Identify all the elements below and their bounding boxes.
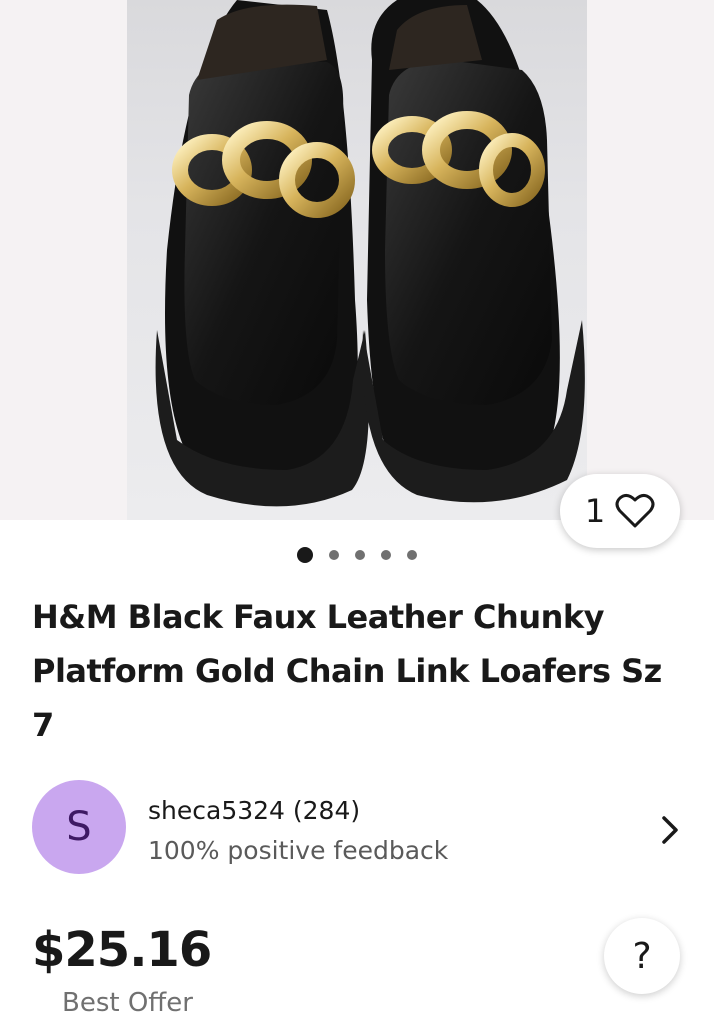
price: $25.16 xyxy=(32,922,212,978)
pagination-dot[interactable] xyxy=(381,550,391,560)
pagination-dot[interactable] xyxy=(407,550,417,560)
image-gallery[interactable] xyxy=(0,0,714,520)
best-offer-label: Best Offer xyxy=(62,988,193,1018)
seller-feedback: 100% positive feedback xyxy=(148,836,449,865)
heart-outline-icon xyxy=(615,493,655,528)
image-pagination-dots[interactable] xyxy=(0,545,714,565)
avatar-letter: S xyxy=(66,804,92,850)
seller-row[interactable]: S sheca5324 (284) 100% positive feedback xyxy=(0,780,714,880)
chevron-right-icon[interactable] xyxy=(650,810,690,850)
pagination-dot[interactable] xyxy=(329,550,339,560)
watch-button[interactable]: 1 xyxy=(560,474,680,548)
listing-title: H&M Black Faux Leather Chunky Platform G… xyxy=(32,598,662,744)
help-button[interactable]: ? xyxy=(604,918,680,994)
listing-photo[interactable] xyxy=(127,0,587,520)
question-mark-icon: ? xyxy=(632,935,652,977)
watch-count: 1 xyxy=(584,492,606,530)
seller-avatar[interactable]: S xyxy=(32,780,126,874)
pagination-dot-active[interactable] xyxy=(297,547,313,563)
seller-name[interactable]: sheca5324 (284) xyxy=(148,796,360,825)
pagination-dot[interactable] xyxy=(355,550,365,560)
